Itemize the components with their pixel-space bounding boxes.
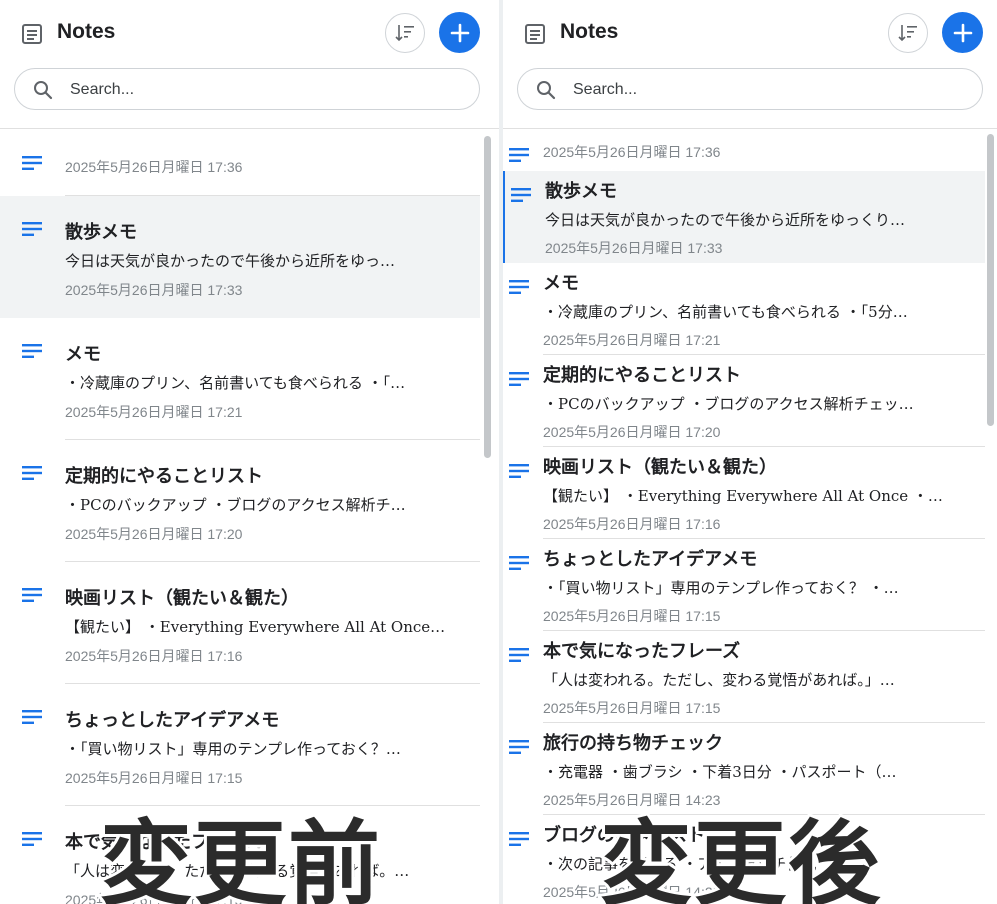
note-item-selected[interactable]: 散歩メモ 今日は天気が良かったので午後から近所をゆっくり… 2025年5月26日… [503,171,985,263]
note-lines-icon [22,156,42,170]
app-title: Notes [57,20,116,43]
note-item[interactable]: ちょっとしたアイデアメモ ・「買い物リスト」専用のテンプレ作っておく？ ・… 2… [503,539,985,631]
notes-icon [525,24,545,44]
note-item-selected[interactable]: 散歩メモ 今日は天気が良かったので午後から近所をゆっ… 2025年5月26日月曜… [0,196,480,318]
note-item[interactable]: 映画リスト（観たい＆観た） 【観たい】 ・Everything Everywhe… [0,562,480,684]
note-title: ちょっとしたアイデアメモ [543,549,758,570]
note-title: 定期的にやることリスト [543,365,741,386]
note-preview: ・冷蔵庫のプリン、名前書いても食べられる ・「5分… [543,303,908,321]
search-input[interactable] [573,78,953,102]
search-input[interactable] [70,78,450,102]
sort-icon [395,25,414,42]
panel-header: Notes [503,0,997,129]
note-preview: 「人は変われる。ただし、変わる覚悟があれば。」… [543,671,895,689]
note-item[interactable]: 映画リスト（観たい＆観た） 【観たい】 ・Everything Everywhe… [503,447,985,539]
note-item[interactable]: 2025年5月26日月曜日 17:36 [0,130,480,196]
note-title: 映画リスト（観たい＆観た） [65,588,299,609]
notes-icon [22,24,42,44]
search-box[interactable] [14,68,480,110]
note-preview: ・PCのバックアップ ・ブログのアクセス解析チ… [65,496,406,514]
add-note-button[interactable] [942,12,983,53]
note-preview: 【観たい】 ・Everything Everywhere All At Once… [543,487,943,505]
note-lines-icon [22,832,42,846]
note-preview: ・充電器 ・歯ブラシ ・下着3日分 ・パスポート（… [543,763,897,781]
note-item[interactable]: メモ ・冷蔵庫のプリン、名前書いても食べられる ・「5分… 2025年5月26日… [503,263,985,355]
scrollbar-thumb[interactable] [484,136,491,458]
note-lines-icon [509,464,529,478]
sort-button[interactable] [385,13,425,53]
plus-icon [953,23,972,42]
note-lines-icon [509,148,529,162]
note-preview: 今日は天気が良かったので午後から近所をゆっくり… [545,211,906,229]
note-title: メモ [65,344,101,365]
note-date: 2025年5月26日月曜日 17:15 [543,700,721,716]
note-lines-icon [509,280,529,294]
note-date: 2025年5月26日月曜日 17:33 [65,282,243,298]
add-note-button[interactable] [439,12,480,53]
panel-header: Notes [0,0,499,129]
note-date: 2025年5月26日月曜日 17:36 [65,159,243,175]
note-title: 定期的にやることリスト [65,466,263,487]
note-date: 2025年5月26日月曜日 17:16 [543,516,721,532]
note-lines-icon [509,648,529,662]
note-title: 散歩メモ [545,181,617,202]
note-title: 映画リスト（観たい＆観た） [543,457,777,478]
sort-button[interactable] [888,13,928,53]
note-item[interactable]: 2025年5月26日月曜日 17:36 [503,130,985,170]
note-lines-icon [509,740,529,754]
note-preview: ・冷蔵庫のプリン、名前書いても食べられる ・「… [65,374,406,392]
search-box[interactable] [517,68,983,110]
search-icon [34,81,53,100]
note-date: 2025年5月26日月曜日 17:20 [65,526,243,542]
note-lines-icon [509,372,529,386]
note-preview: ・「買い物リスト」専用のテンプレ作っておく？… [65,740,401,758]
note-lines-icon [511,188,531,202]
note-lines-icon [509,556,529,570]
note-preview: ・PCのバックアップ ・ブログのアクセス解析チェッ… [543,395,914,413]
note-lines-icon [22,588,42,602]
sort-icon [898,25,917,42]
app-title: Notes [560,20,619,43]
note-list: 2025年5月26日月曜日 17:36 散歩メモ 今日は天気が良かったので午後か… [0,130,499,904]
note-item[interactable]: 定期的にやることリスト ・PCのバックアップ ・ブログのアクセス解析チ… 202… [0,440,480,562]
note-date: 2025年5月26日月曜日 17:33 [545,240,723,256]
note-preview: ・「買い物リスト」専用のテンプレ作っておく？ ・… [543,579,899,597]
note-lines-icon [22,466,42,480]
note-lines-icon [509,832,529,846]
note-title: 旅行の持ち物チェック [543,733,723,754]
notes-panel-after: Notes 2025年5月26日月曜日 17:36 [503,0,997,904]
note-title: ちょっとしたアイデアメモ [65,710,280,731]
search-icon [537,81,556,100]
note-title: 本で気になったフレーズ [543,641,741,662]
plus-icon [450,23,469,42]
note-date: 2025年5月26日月曜日 17:15 [65,770,243,786]
caption-before: 変更前 [97,808,383,904]
note-date: 2025年5月26日月曜日 17:36 [543,144,721,160]
note-lines-icon [22,710,42,724]
note-lines-icon [22,344,42,358]
note-preview: 今日は天気が良かったので午後から近所をゆっ… [65,252,396,270]
caption-after: 変更後 [597,808,883,904]
note-date: 2025年5月26日月曜日 17:21 [543,332,721,348]
note-date: 2025年5月26日月曜日 17:16 [65,648,243,664]
notes-panel-before: Notes 2025年5月26日月曜日 17:36 [0,0,499,904]
note-list: 2025年5月26日月曜日 17:36 散歩メモ 今日は天気が良かったので午後か… [503,130,997,904]
note-preview: 【観たい】 ・Everything Everywhere All At Once… [65,618,446,636]
note-item[interactable]: 本で気になったフレーズ 「人は変われる。ただし、変わる覚悟があれば。」… 202… [503,631,985,723]
note-lines-icon [22,222,42,236]
note-date: 2025年5月26日月曜日 17:15 [543,608,721,624]
note-item[interactable]: メモ ・冷蔵庫のプリン、名前書いても食べられる ・「… 2025年5月26日月曜… [0,318,480,440]
scrollbar-thumb[interactable] [987,134,994,426]
note-title: メモ [543,273,579,294]
note-date: 2025年5月26日月曜日 17:21 [65,404,243,420]
note-item[interactable]: 定期的にやることリスト ・PCのバックアップ ・ブログのアクセス解析チェッ… 2… [503,355,985,447]
note-date: 2025年5月26日月曜日 17:20 [543,424,721,440]
note-title: 散歩メモ [65,222,137,243]
note-item[interactable]: ちょっとしたアイデアメモ ・「買い物リスト」専用のテンプレ作っておく？… 202… [0,684,480,806]
